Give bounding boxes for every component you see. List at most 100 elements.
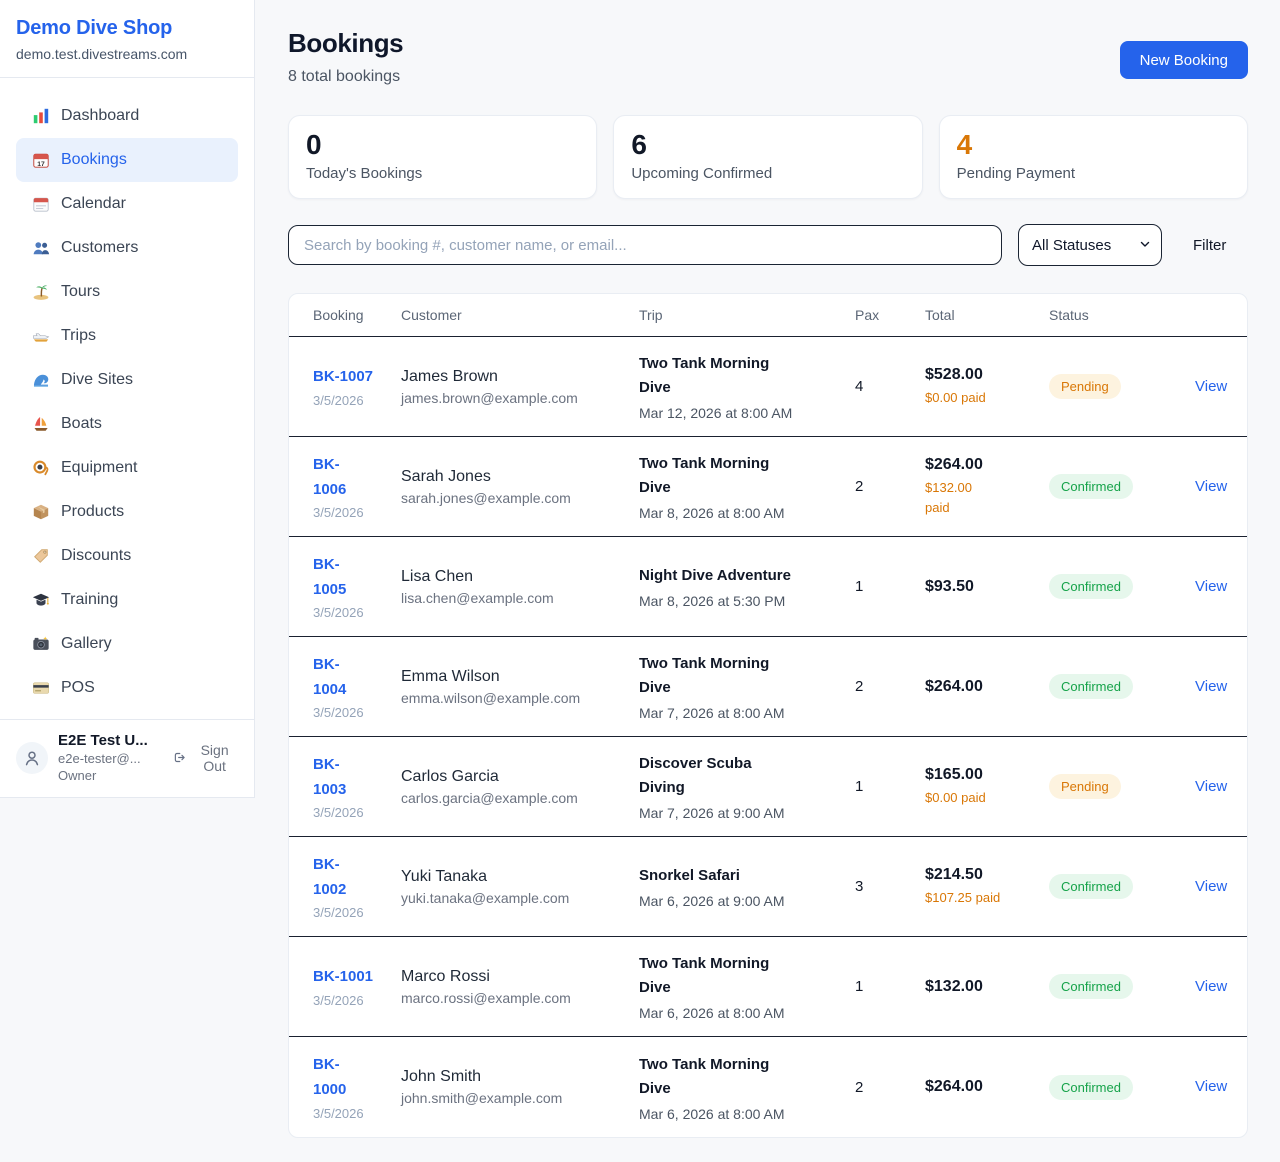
person-icon [22,748,42,768]
booking-id-link[interactable]: BK- 1002 [313,853,401,903]
trip-datetime: Mar 12, 2026 at 8:00 AM [639,405,855,421]
column-header-status: Status [1049,307,1171,323]
controls-row: All Statuses Filter [288,224,1248,266]
booking-id-link[interactable]: BK- 1005 [313,553,401,603]
view-link[interactable]: View [1171,1078,1227,1095]
sidebar-item-label: Tours [61,283,100,301]
column-header-pax: Pax [855,307,925,323]
trip-datetime: Mar 7, 2026 at 9:00 AM [639,805,855,821]
customer-email: yuki.tanaka@example.com [401,890,639,906]
booking-id-link[interactable]: BK- 1006 [313,453,401,503]
status-badge: Confirmed [1049,974,1133,999]
pax-count: 1 [855,978,925,995]
sign-out-icon [171,749,186,766]
table-body: BK-1007 3/5/2026 James Brown james.brown… [289,337,1247,1137]
sidebar-item-label: Calendar [61,195,126,213]
search-input[interactable] [288,225,1002,265]
sidebar-item-customers[interactable]: Customers [16,226,238,270]
sidebar-item-pos[interactable]: POS [16,666,238,710]
sidebar-item-products[interactable]: Products [16,490,238,534]
stat-card-upcoming-confirmed: 6 Upcoming Confirmed [613,115,922,199]
paid-amount: $0.00 paid [925,388,1049,408]
total-amount: $528.00 [925,366,1049,384]
sidebar-item-label: POS [61,679,95,697]
status-badge: Pending [1049,374,1121,399]
wave-icon [32,371,50,389]
customer-name: Emma Wilson [401,668,639,686]
customer-name: James Brown [401,368,639,386]
new-booking-button[interactable]: New Booking [1120,41,1248,79]
sailboat-icon [32,415,50,433]
sidebar: Demo Dive Shop demo.test.divestreams.com… [0,0,255,798]
filter-button[interactable]: Filter [1193,237,1226,254]
sidebar-item-label: Gallery [61,635,112,653]
stats-row: 0 Today's Bookings 6 Upcoming Confirmed … [288,115,1248,199]
view-link[interactable]: View [1171,778,1227,795]
trip-datetime: Mar 7, 2026 at 8:00 AM [639,705,855,721]
sidebar-item-tours[interactable]: Tours [16,270,238,314]
booking-id-link[interactable]: BK- 1004 [313,653,401,703]
sign-out-button[interactable]: Sign Out [171,742,238,774]
view-link[interactable]: View [1171,578,1227,595]
paid-amount: $107.25 paid [925,888,1049,908]
stat-value: 4 [957,129,1230,161]
view-link[interactable]: View [1171,678,1227,695]
sidebar-item-discounts[interactable]: Discounts [16,534,238,578]
sidebar-item-equipment[interactable]: Equipment [16,446,238,490]
page-header: Bookings 8 total bookings New Booking [288,28,1248,86]
trip-name: Two Tank Morning Dive [639,652,855,700]
sidebar-item-gallery[interactable]: Gallery [16,622,238,666]
calendar-icon [32,195,50,213]
users-icon [32,239,50,257]
island-icon [32,283,50,301]
status-badge: Pending [1049,774,1121,799]
table-row-BK-1003: BK- 1003 3/5/2026 Carlos Garcia carlos.g… [289,737,1247,837]
table-header-row: Booking Customer Trip Pax Total Status [289,294,1247,337]
status-badge: Confirmed [1049,674,1133,699]
view-link[interactable]: View [1171,878,1227,895]
paid-amount: $0.00 paid [925,788,1049,808]
booking-id-link[interactable]: BK-1007 [313,365,401,390]
booking-id-link[interactable]: BK-1001 [313,965,401,990]
view-link[interactable]: View [1171,978,1227,995]
booking-id-link[interactable]: BK- 1003 [313,753,401,803]
sidebar-item-trips[interactable]: Trips [16,314,238,358]
table-row-BK-1001: BK-1001 3/5/2026 Marco Rossi marco.rossi… [289,937,1247,1037]
sidebar-item-training[interactable]: Training [16,578,238,622]
pax-count: 1 [855,778,925,795]
sidebar-item-label: Dashboard [61,107,139,125]
customer-email: emma.wilson@example.com [401,690,639,706]
status-select[interactable]: All Statuses [1018,224,1162,266]
sidebar-item-dashboard[interactable]: Dashboard [16,94,238,138]
user-email: e2e-tester@... [58,751,161,766]
page-subtitle: 8 total bookings [288,68,403,86]
trip-datetime: Mar 8, 2026 at 5:30 PM [639,593,855,609]
sidebar-item-label: Discounts [61,547,131,565]
trip-name: Two Tank Morning Dive [639,452,855,500]
customer-name: Marco Rossi [401,968,639,986]
view-link[interactable]: View [1171,478,1227,495]
table-row-BK-1002: BK- 1002 3/5/2026 Yuki Tanaka yuki.tanak… [289,837,1247,937]
trip-datetime: Mar 6, 2026 at 8:00 AM [639,1005,855,1021]
sidebar-item-dive-sites[interactable]: Dive Sites [16,358,238,402]
booking-id-link[interactable]: BK- 1000 [313,1053,401,1103]
pax-count: 2 [855,678,925,695]
sidebar-item-boats[interactable]: Boats [16,402,238,446]
sidebar-item-bookings[interactable]: 17 Bookings [16,138,238,182]
sidebar-item-label: Boats [61,415,102,433]
user-role: Owner [58,768,161,783]
column-header-trip: Trip [639,307,855,323]
booking-date: 3/5/2026 [313,1106,401,1121]
stat-value: 0 [306,129,579,161]
shop-name: Demo Dive Shop [16,17,238,40]
trip-datetime: Mar 6, 2026 at 8:00 AM [639,1106,855,1122]
view-link[interactable]: View [1171,378,1227,395]
dive-mask-icon [32,459,50,477]
sidebar-item-label: Trips [61,327,96,345]
camera-icon [32,635,50,653]
sidebar-item-calendar[interactable]: Calendar [16,182,238,226]
pax-count: 1 [855,578,925,595]
total-amount: $165.00 [925,766,1049,784]
pax-count: 2 [855,478,925,495]
sign-out-label: Sign Out [191,742,238,774]
